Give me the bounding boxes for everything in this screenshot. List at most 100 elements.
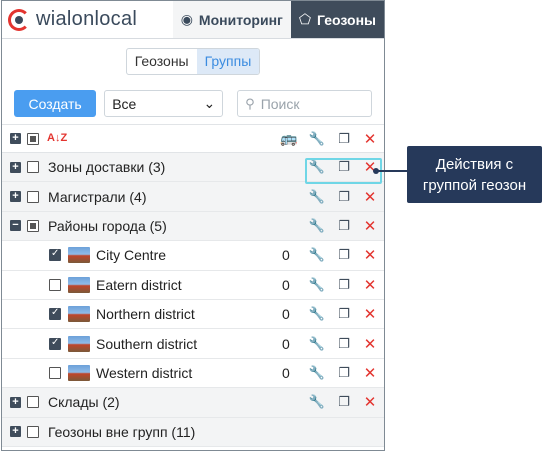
search-placeholder: Поиск: [260, 95, 300, 112]
wrench-icon[interactable]: 🔧: [309, 394, 325, 410]
expand-icon[interactable]: +: [10, 426, 21, 438]
callout-connector: [377, 170, 407, 172]
group-label: Районы города (5): [48, 217, 167, 234]
geofence-thumbnail-icon: [68, 335, 90, 352]
select-all-checkbox[interactable]: [27, 132, 39, 145]
tab-geofences[interactable]: ⬠ Геозоны: [290, 1, 384, 38]
geofences-panel: wialonlocal ◉ Мониторинг ⬠ Геозоны Геозо…: [1, 0, 385, 451]
expand-all-icon[interactable]: +: [10, 133, 21, 144]
copy-icon[interactable]: ❐: [336, 218, 352, 234]
top-bar: wialonlocal ◉ Мониторинг ⬠ Геозоны: [2, 1, 384, 39]
delete-icon[interactable]: ✕: [362, 189, 378, 206]
controls-row: Создать Все ⌄ ⚲ Поиск: [2, 83, 384, 125]
copy-icon[interactable]: ❐: [336, 336, 352, 352]
wrench-icon[interactable]: 🔧: [309, 336, 325, 352]
tab-geofences-label: Геозоны: [317, 11, 376, 28]
item-label: Western district: [96, 364, 193, 381]
group-row[interactable]: + Зоны доставки (3) 🔧 ❐ ✕: [2, 153, 384, 183]
item-label: Eatern district: [96, 276, 182, 293]
copy-icon[interactable]: ❐: [336, 159, 352, 175]
wrench-icon[interactable]: 🔧: [309, 189, 325, 205]
item-count: 0: [282, 247, 290, 264]
group-row[interactable]: + Геозоны вне групп (11): [2, 417, 384, 447]
tab-monitoring-label: Мониторинг: [198, 11, 283, 28]
copy-icon[interactable]: ❐: [336, 306, 352, 322]
geofence-thumbnail-icon: [68, 306, 90, 323]
group-row[interactable]: + Магистрали (4) 🔧 ❐ ✕: [2, 182, 384, 212]
list-item[interactable]: Northern district 0 🔧 ❐ ✕: [2, 299, 384, 330]
copy-icon[interactable]: ❐: [336, 247, 352, 263]
collapse-icon[interactable]: −: [10, 220, 21, 232]
geofence-icon: ⬠: [298, 11, 312, 27]
item-checkbox[interactable]: [49, 366, 61, 379]
wrench-icon[interactable]: 🔧: [309, 247, 325, 263]
toggle-groups[interactable]: Группы: [196, 48, 260, 74]
wrench-icon[interactable]: 🔧: [309, 365, 325, 381]
wrench-icon[interactable]: 🔧: [309, 218, 325, 234]
toggle-geofences[interactable]: Геозоны: [127, 49, 197, 74]
callout-line-1: Действия с: [435, 155, 514, 173]
group-checkbox[interactable]: [27, 161, 39, 174]
delete-icon[interactable]: ✕: [362, 247, 378, 264]
item-checkbox[interactable]: [49, 307, 61, 321]
callout: Действия с группой геозон: [407, 146, 542, 203]
delete-icon[interactable]: ✕: [362, 336, 378, 353]
group-row[interactable]: + Склады (2) 🔧 ❐ ✕: [2, 388, 384, 418]
group-label: Геозоны вне групп (11): [48, 423, 196, 440]
copy-icon[interactable]: ❐: [336, 365, 352, 381]
item-count: 0: [282, 276, 290, 293]
delete-icon[interactable]: ✕: [362, 365, 378, 382]
copy-icon[interactable]: ❐: [336, 394, 352, 410]
filter-select[interactable]: Все ⌄: [104, 90, 224, 117]
group-label: Склады (2): [48, 394, 120, 411]
filter-select-value: Все: [112, 95, 137, 112]
group-checkbox[interactable]: [27, 219, 39, 232]
copy-icon[interactable]: ❐: [336, 131, 352, 147]
item-count: 0: [282, 364, 290, 381]
bus-icon[interactable]: 🚌: [280, 130, 297, 147]
item-checkbox[interactable]: [49, 337, 61, 350]
group-checkbox[interactable]: [27, 396, 39, 409]
group-label: Магистрали (4): [48, 188, 147, 205]
copy-icon[interactable]: ❐: [336, 277, 352, 293]
delete-icon[interactable]: ✕: [362, 277, 378, 294]
sort-az-icon[interactable]: A↓Z: [47, 133, 67, 144]
expand-icon[interactable]: +: [10, 191, 21, 203]
view-toggle: Геозоны Группы: [125, 47, 261, 75]
item-checkbox[interactable]: [49, 248, 61, 262]
search-input[interactable]: ⚲ Поиск: [237, 90, 372, 117]
logo-mark-icon: [8, 8, 30, 31]
group-checkbox[interactable]: [27, 190, 39, 203]
geofence-thumbnail-icon: [68, 364, 90, 381]
expand-icon[interactable]: +: [10, 161, 21, 173]
item-checkbox[interactable]: [49, 278, 61, 291]
wrench-icon[interactable]: 🔧: [309, 277, 325, 293]
wrench-icon[interactable]: 🔧: [309, 131, 325, 147]
globe-icon: ◉: [180, 11, 193, 27]
wrench-icon[interactable]: 🔧: [309, 159, 325, 175]
delete-icon[interactable]: ✕: [362, 394, 378, 411]
item-count: 0: [282, 335, 290, 352]
delete-icon[interactable]: ✕: [362, 306, 378, 323]
delete-icon[interactable]: ✕: [362, 218, 378, 235]
list-item[interactable]: Western district 0 🔧 ❐ ✕: [2, 358, 384, 389]
logo: wialonlocal: [2, 1, 173, 38]
item-label: Northern district: [96, 306, 195, 323]
copy-icon[interactable]: ❐: [336, 189, 352, 205]
item-count: 0: [282, 306, 290, 323]
group-checkbox[interactable]: [27, 425, 39, 438]
wrench-icon[interactable]: 🔧: [309, 306, 325, 322]
geofence-thumbnail-icon: [68, 276, 90, 293]
delete-icon[interactable]: ✕: [362, 131, 378, 148]
expand-icon[interactable]: +: [10, 396, 21, 408]
list-item[interactable]: Southern district 0 🔧 ❐ ✕: [2, 329, 384, 359]
list-item[interactable]: Eatern district 0 🔧 ❐ ✕: [2, 270, 384, 300]
tab-monitoring[interactable]: ◉ Мониторинг: [172, 1, 291, 38]
create-button[interactable]: Создать: [14, 90, 97, 117]
search-icon: ⚲: [245, 95, 255, 111]
group-row[interactable]: − Районы города (5) 🔧 ❐ ✕: [2, 211, 384, 242]
list-item[interactable]: City Centre 0 🔧 ❐ ✕: [2, 241, 384, 271]
group-label: Зоны доставки (3): [48, 159, 166, 176]
callout-line-2: группой геозон: [422, 176, 527, 194]
item-label: City Centre: [96, 247, 167, 264]
